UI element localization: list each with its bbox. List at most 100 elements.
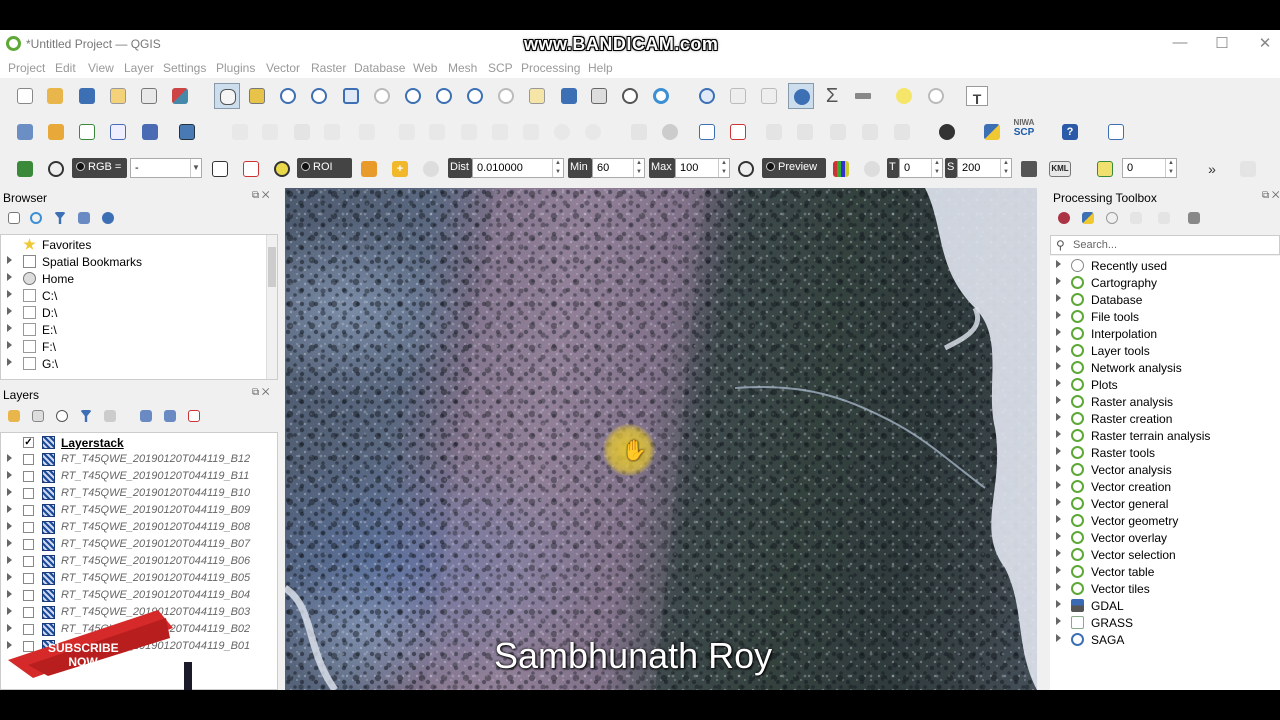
expand-caret-icon[interactable] xyxy=(1056,430,1061,438)
add-raster-button[interactable] xyxy=(138,120,162,144)
zoom-next-button[interactable] xyxy=(494,84,518,108)
new-geopackage-button[interactable] xyxy=(44,120,68,144)
layer-visibility-checkbox[interactable] xyxy=(23,590,34,601)
save-edits-button[interactable] xyxy=(290,120,314,144)
rgb-stretch-button[interactable] xyxy=(208,157,232,181)
browser-item[interactable]: Spatial Bookmarks xyxy=(1,253,267,270)
zoom-last-button[interactable] xyxy=(463,84,487,108)
pan-map-button[interactable] xyxy=(214,83,240,109)
toggle-editing-button[interactable] xyxy=(258,120,282,144)
new-bookmark-button[interactable] xyxy=(557,84,581,108)
scripts-button[interactable] xyxy=(1078,208,1102,232)
rgb-stretch-std-button[interactable] xyxy=(239,157,263,181)
processing-group[interactable]: SAGA xyxy=(1050,631,1278,648)
subscribe-text[interactable]: SUBSCRIBE NOW xyxy=(48,641,119,669)
menu-project[interactable]: Project xyxy=(8,61,45,75)
rgb-select[interactable]: - ▼ xyxy=(130,158,202,178)
add-vector-button[interactable] xyxy=(75,120,99,144)
expand-caret-icon[interactable] xyxy=(1056,549,1061,557)
layer-visibility-checkbox[interactable] xyxy=(23,539,34,550)
python-console-button[interactable] xyxy=(980,120,1004,144)
show-bookmarks-button[interactable] xyxy=(587,84,611,108)
layer-row[interactable]: RT_T45QWE_20190120T044119_B06 xyxy=(1,553,277,570)
zoom-in-button[interactable] xyxy=(276,84,300,108)
scp-plugin-button[interactable]: NIWA SCP xyxy=(1010,118,1038,142)
roi-toggle[interactable]: ROI xyxy=(297,158,352,178)
zoom-out-button[interactable] xyxy=(307,84,331,108)
layer-row[interactable]: ✓ Layerstack xyxy=(1,434,277,451)
processing-group[interactable]: Raster analysis xyxy=(1050,393,1278,410)
browser-filter-button[interactable] xyxy=(50,208,74,232)
processing-group[interactable]: File tools xyxy=(1050,308,1278,325)
menu-help[interactable]: Help xyxy=(588,61,613,75)
expand-caret-icon[interactable] xyxy=(7,307,12,315)
layer-styling-button[interactable] xyxy=(4,406,28,430)
layer-row[interactable]: RT_T45QWE_20190120T044119_B10 xyxy=(1,485,277,502)
processing-toolbox-button[interactable] xyxy=(788,83,814,109)
expand-all-button[interactable] xyxy=(136,406,160,430)
modify-attributes-button[interactable] xyxy=(395,120,419,144)
processing-group[interactable]: Layer tools xyxy=(1050,342,1278,359)
dist-spinbox[interactable]: 0.010000 ▲ ▼ xyxy=(472,158,564,178)
expand-caret-icon[interactable] xyxy=(7,539,12,547)
text-annotation-button[interactable]: T xyxy=(966,86,988,107)
expand-caret-icon[interactable] xyxy=(1056,532,1061,540)
undo-button[interactable] xyxy=(550,120,574,144)
show-hide-labels-button[interactable] xyxy=(793,120,817,144)
expand-caret-icon[interactable] xyxy=(7,290,12,298)
redo-preview-button[interactable] xyxy=(860,157,884,181)
layer-row[interactable]: RT_T45QWE_20190120T044119_B12 xyxy=(1,451,277,468)
expand-caret-icon[interactable] xyxy=(1056,566,1061,574)
browser-refresh-button[interactable] xyxy=(26,208,50,232)
pin-labels-button[interactable] xyxy=(762,120,786,144)
change-label-button[interactable] xyxy=(890,120,914,144)
temporal-controller-button[interactable] xyxy=(618,84,642,108)
browser-item[interactable]: C:\ xyxy=(1,287,267,304)
remove-layer-button[interactable] xyxy=(184,406,208,430)
expand-caret-icon[interactable] xyxy=(7,324,12,332)
processing-group[interactable]: Recently used xyxy=(1050,257,1278,274)
expand-caret-icon[interactable] xyxy=(1056,413,1061,421)
menu-raster[interactable]: Raster xyxy=(311,61,346,75)
expand-caret-icon[interactable] xyxy=(1056,345,1061,353)
digitize-shape-button[interactable] xyxy=(627,120,651,144)
zoom-full-button[interactable] xyxy=(339,84,363,108)
paste-features-button[interactable] xyxy=(519,120,543,144)
history-button[interactable] xyxy=(1102,208,1126,232)
menu-edit[interactable]: Edit xyxy=(55,61,76,75)
open-project-button[interactable] xyxy=(43,84,67,108)
options-button[interactable] xyxy=(1184,208,1208,232)
manage-map-themes-button[interactable] xyxy=(52,406,76,430)
expand-caret-icon[interactable] xyxy=(1056,362,1061,370)
band-set-spinbox[interactable]: 0 ▲ ▼ xyxy=(1122,158,1177,178)
results-viewer-button[interactable] xyxy=(1126,208,1150,232)
rotate-label-button[interactable] xyxy=(858,120,882,144)
collapse-all-button[interactable] xyxy=(160,406,184,430)
label-tool-button[interactable] xyxy=(658,120,682,144)
expand-caret-icon[interactable] xyxy=(1056,617,1061,625)
expand-caret-icon[interactable] xyxy=(1056,498,1061,506)
layer-visibility-checkbox[interactable] xyxy=(23,556,34,567)
processing-group[interactable]: Vector tiles xyxy=(1050,580,1278,597)
preview-toggle[interactable]: Preview xyxy=(762,158,826,178)
delete-selected-button[interactable] xyxy=(425,120,449,144)
expand-caret-icon[interactable] xyxy=(7,573,12,581)
new-project-button[interactable] xyxy=(13,84,37,108)
attribute-table-button[interactable] xyxy=(726,84,750,108)
zoom-native-button[interactable] xyxy=(432,84,456,108)
rgb-toggle[interactable]: RGB = xyxy=(72,158,127,178)
add-group-button[interactable] xyxy=(28,406,52,430)
browser-scrollbar[interactable] xyxy=(266,235,277,379)
processing-group[interactable]: Plots xyxy=(1050,376,1278,393)
processing-group[interactable]: Vector general xyxy=(1050,495,1278,512)
add-feature-button[interactable] xyxy=(320,120,344,144)
processing-group[interactable]: Cartography xyxy=(1050,274,1278,291)
browser-item[interactable]: F:\ xyxy=(1,338,267,355)
layer-visibility-checkbox[interactable] xyxy=(23,505,34,516)
preview-zoom-button[interactable] xyxy=(734,157,758,181)
expand-caret-icon[interactable] xyxy=(7,341,12,349)
processing-group[interactable]: Raster creation xyxy=(1050,410,1278,427)
filter-expression-button[interactable] xyxy=(100,406,124,430)
classification-preview-button[interactable] xyxy=(829,157,853,181)
identify-features-button[interactable] xyxy=(695,84,719,108)
